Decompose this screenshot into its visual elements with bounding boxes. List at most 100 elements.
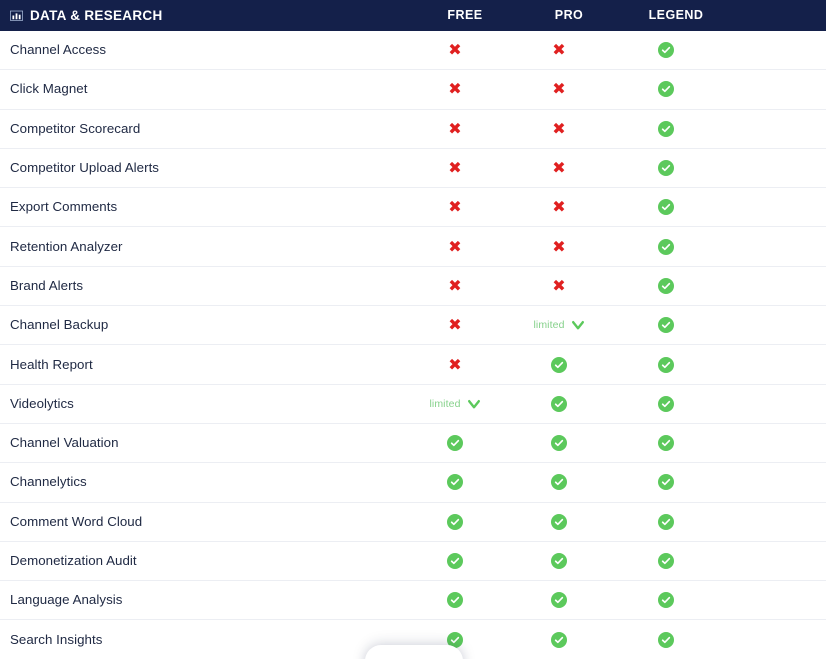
feature-name: Comment Word Cloud <box>0 514 403 530</box>
check-circle-icon <box>658 553 674 569</box>
cross-icon: ✖ <box>552 199 565 215</box>
check-circle-icon <box>551 357 567 373</box>
table-row[interactable]: Channel Valuation <box>0 424 826 463</box>
header-title: DATA & RESEARCH <box>30 9 163 23</box>
free-cell: ✖ <box>403 149 507 187</box>
pro-cell: ✖ <box>507 227 611 265</box>
table-row[interactable]: Click Magnet✖✖ <box>0 70 826 109</box>
pro-cell <box>507 542 611 580</box>
check-circle-icon <box>658 199 674 215</box>
cross-icon: ✖ <box>448 121 461 137</box>
free-cell <box>403 542 507 580</box>
table-row[interactable]: Comment Word Cloud <box>0 503 826 542</box>
legend-cell <box>611 267 721 305</box>
legend-cell <box>611 188 721 226</box>
feature-name: Competitor Upload Alerts <box>0 160 403 176</box>
free-cell: ✖ <box>403 31 507 69</box>
cross-icon: ✖ <box>552 81 565 97</box>
feature-name: Brand Alerts <box>0 278 403 294</box>
limited-badge: limited <box>429 397 480 411</box>
table-row[interactable]: Videolyticslimited <box>0 385 826 424</box>
check-circle-icon <box>447 435 463 451</box>
feature-name: Channel Valuation <box>0 435 403 451</box>
cross-icon: ✖ <box>552 42 565 58</box>
check-circle-icon <box>447 474 463 490</box>
check-circle-icon <box>658 278 674 294</box>
table-row[interactable]: Brand Alerts✖✖ <box>0 267 826 306</box>
legend-cell <box>611 503 721 541</box>
pro-cell <box>507 385 611 423</box>
table-row[interactable]: Channel Access✖✖ <box>0 31 826 70</box>
pro-cell: ✖ <box>507 149 611 187</box>
table-row[interactable]: Channel Backup✖ limited <box>0 306 826 345</box>
legend-cell <box>611 306 721 344</box>
check-circle-icon <box>551 553 567 569</box>
column-header-legend[interactable]: LEGEND <box>621 9 731 22</box>
legend-cell <box>611 31 721 69</box>
cross-icon: ✖ <box>552 160 565 176</box>
check-circle-icon <box>658 632 674 648</box>
feature-name: Competitor Scorecard <box>0 121 403 137</box>
table-row[interactable]: Export Comments ✖ ✖ <box>0 188 826 227</box>
free-cell: ✖ <box>403 227 507 265</box>
column-header-free[interactable]: FREE <box>413 9 517 22</box>
table-row[interactable]: Competitor Upload Alerts✖✖ <box>0 149 826 188</box>
legend-cell <box>611 581 721 619</box>
check-circle-icon <box>551 632 567 648</box>
check-circle-icon <box>551 474 567 490</box>
check-circle-icon <box>658 121 674 137</box>
free-cell <box>403 581 507 619</box>
limited-label: limited <box>429 399 460 410</box>
pro-cell: ✖ <box>507 70 611 108</box>
legend-cell <box>611 620 721 658</box>
check-circle-icon <box>658 474 674 490</box>
pro-cell: ✖ <box>507 110 611 148</box>
free-cell: ✖ <box>403 70 507 108</box>
table-row[interactable]: Channelytics <box>0 463 826 502</box>
table-body: Channel Access✖✖Click Magnet✖✖Competitor… <box>0 31 826 659</box>
table-header-row: DATA & RESEARCH FREE PRO LEGEND <box>0 0 826 31</box>
feature-comparison-table: DATA & RESEARCH FREE PRO LEGEND Channel … <box>0 0 826 659</box>
check-circle-icon <box>447 592 463 608</box>
free-cell <box>403 503 507 541</box>
floating-action-card[interactable] <box>365 645 463 659</box>
free-cell: ✖ <box>403 110 507 148</box>
legend-cell <box>611 463 721 501</box>
column-header-pro[interactable]: PRO <box>517 9 621 22</box>
cross-icon: ✖ <box>448 199 461 215</box>
pro-cell: limited <box>507 306 611 344</box>
pro-cell <box>507 503 611 541</box>
free-cell: limited <box>403 385 507 423</box>
check-circle-icon <box>658 435 674 451</box>
legend-cell <box>611 345 721 383</box>
feature-name: Channel Backup <box>0 317 403 333</box>
free-cell <box>403 463 507 501</box>
pro-cell <box>507 345 611 383</box>
cross-icon: ✖ <box>448 42 461 58</box>
table-row[interactable]: Retention Analyzer✖✖ <box>0 227 826 266</box>
check-circle-icon <box>551 514 567 530</box>
pro-cell <box>507 463 611 501</box>
feature-name: Export Comments <box>0 199 403 215</box>
check-circle-icon <box>658 81 674 97</box>
check-circle-icon <box>447 514 463 530</box>
legend-cell <box>611 424 721 462</box>
free-cell: ✖ <box>403 188 507 226</box>
free-cell: ✖ <box>403 267 507 305</box>
legend-cell <box>611 227 721 265</box>
table-row[interactable]: Health Report✖ <box>0 345 826 384</box>
free-cell: ✖ <box>403 345 507 383</box>
feature-name: Click Magnet <box>0 81 403 97</box>
check-circle-icon <box>658 592 674 608</box>
feature-name: Retention Analyzer <box>0 239 403 255</box>
check-circle-icon <box>551 592 567 608</box>
free-cell: ✖ <box>403 306 507 344</box>
limited-label: limited <box>533 320 564 331</box>
cross-icon: ✖ <box>448 278 461 294</box>
table-row[interactable]: Competitor Scorecard ✖ ✖ <box>0 110 826 149</box>
table-row[interactable]: Language Analysis <box>0 581 826 620</box>
pro-cell <box>507 581 611 619</box>
check-circle-icon <box>551 396 567 412</box>
table-row[interactable]: Demonetization Audit <box>0 542 826 581</box>
check-circle-icon <box>551 435 567 451</box>
